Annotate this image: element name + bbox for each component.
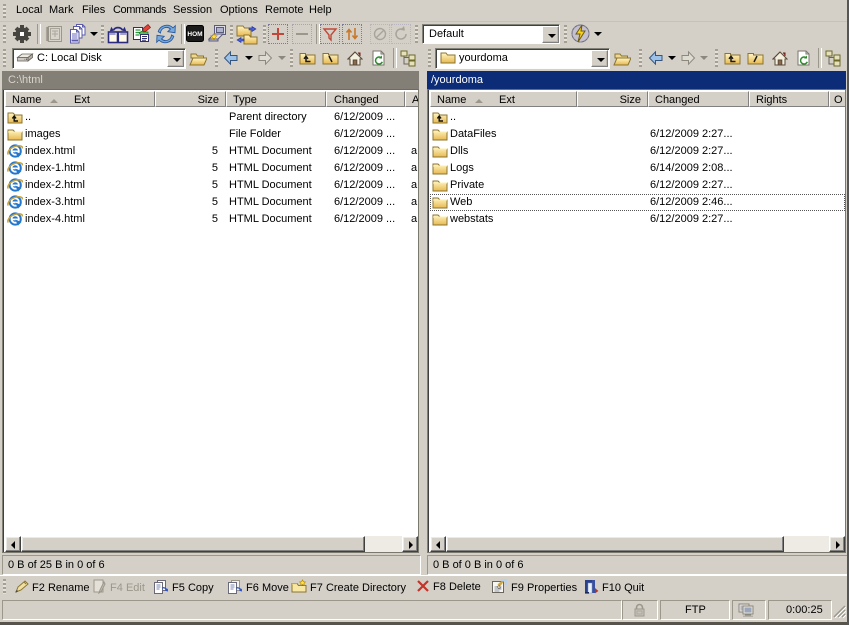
svg-text:HOM: HOM <box>187 31 202 38</box>
